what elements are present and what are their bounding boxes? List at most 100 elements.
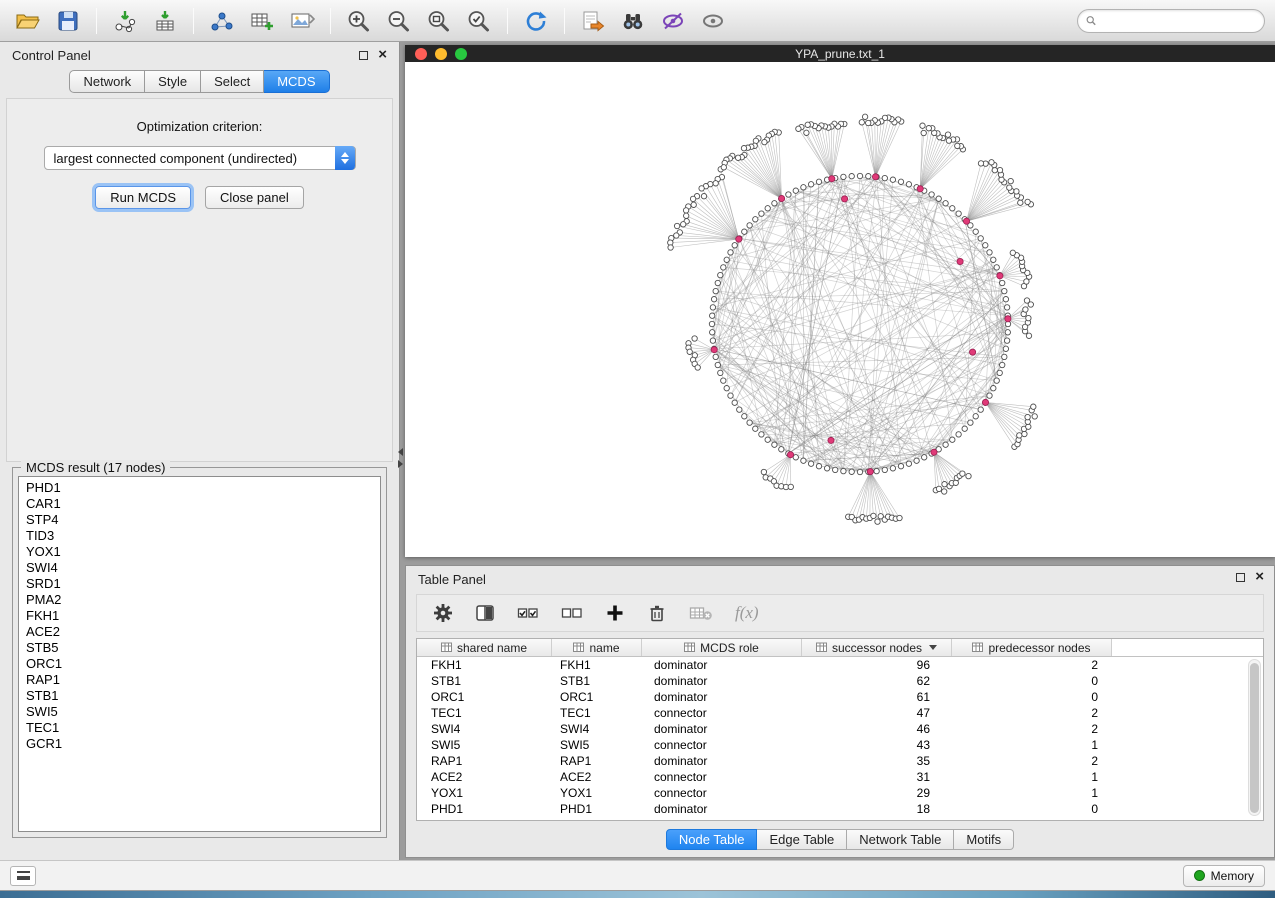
column-header-filler — [1112, 639, 1263, 656]
table-cell: 35 — [802, 753, 952, 769]
mcds-result-item[interactable]: FKH1 — [26, 608, 373, 624]
search-box[interactable] — [1077, 9, 1265, 33]
save-session-icon[interactable] — [50, 5, 86, 37]
table-row[interactable]: STB1STB1dominator620 — [417, 673, 1263, 689]
criterion-dropdown[interactable]: largest connected component (undirected) — [44, 146, 356, 170]
table-row[interactable]: PHD1PHD1dominator180 — [417, 801, 1263, 817]
table-cell: PHD1 — [552, 801, 642, 817]
hamburger-icon — [17, 871, 30, 880]
tab-style[interactable]: Style — [145, 70, 201, 93]
control-panel: Control Panel × NetworkStyleSelectMCDS O… — [0, 42, 400, 860]
memory-button[interactable]: Memory — [1183, 865, 1265, 887]
table-row[interactable]: ORC1ORC1dominator610 — [417, 689, 1263, 705]
table-cell: connector — [642, 737, 802, 753]
new-network-icon[interactable] — [204, 5, 240, 37]
tab-motifs[interactable]: Motifs — [954, 829, 1014, 850]
search-network-icon[interactable] — [615, 5, 651, 37]
add-row-icon[interactable] — [605, 603, 625, 623]
column-header-MCDS-role[interactable]: MCDS role — [642, 639, 802, 656]
mcds-result-list[interactable]: PHD1CAR1STP4TID3YOX1SWI4SRD1PMA2FKH1ACE2… — [18, 476, 381, 832]
table-cell: 43 — [802, 737, 952, 753]
settings-gear-icon[interactable] — [433, 603, 453, 623]
mcds-result-item[interactable]: TEC1 — [26, 720, 373, 736]
run-mcds-button[interactable]: Run MCDS — [95, 186, 191, 209]
mcds-result-item[interactable]: STB5 — [26, 640, 373, 656]
open-session-icon[interactable] — [10, 5, 46, 37]
zoom-out-icon[interactable] — [381, 5, 417, 37]
column-header-shared-name[interactable]: shared name — [417, 639, 552, 656]
close-table-panel-icon[interactable]: × — [1255, 572, 1264, 582]
network-window-titlebar[interactable]: YPA_prune.txt_1 — [405, 45, 1275, 62]
column-header-label: predecessor nodes — [988, 641, 1090, 655]
column-header-successor-nodes[interactable]: successor nodes — [802, 639, 952, 656]
zoom-fit-icon[interactable] — [421, 5, 457, 37]
tab-edge-table[interactable]: Edge Table — [757, 829, 847, 850]
table-cell: PHD1 — [417, 801, 552, 817]
mcds-result-item[interactable]: SWI5 — [26, 704, 373, 720]
float-table-panel-icon[interactable] — [1236, 573, 1245, 582]
import-network-from-file-icon[interactable] — [107, 5, 143, 37]
float-panel-icon[interactable] — [359, 51, 368, 60]
network-canvas[interactable] — [405, 62, 1275, 557]
table-cell: STB1 — [552, 673, 642, 689]
table-cell: ORC1 — [417, 689, 552, 705]
tab-node-table[interactable]: Node Table — [666, 829, 758, 850]
mcds-result-item[interactable]: PMA2 — [26, 592, 373, 608]
table-cell: 2 — [952, 753, 1112, 769]
tab-select[interactable]: Select — [201, 70, 264, 93]
table-cell: 18 — [802, 801, 952, 817]
mcds-result-title: MCDS result (17 nodes) — [21, 460, 170, 475]
table-row[interactable]: RAP1RAP1dominator352 — [417, 753, 1263, 769]
unselect-all-icon[interactable] — [561, 603, 583, 623]
close-panel-button[interactable]: Close panel — [205, 186, 304, 209]
mcds-result-item[interactable]: SRD1 — [26, 576, 373, 592]
close-panel-icon[interactable]: × — [378, 50, 387, 60]
mcds-result-item[interactable]: ACE2 — [26, 624, 373, 640]
table-cell: STB1 — [417, 673, 552, 689]
splitter-collapse-icon[interactable] — [398, 448, 405, 470]
mcds-result-item[interactable]: STB1 — [26, 688, 373, 704]
show-graphics-details-icon[interactable] — [695, 5, 731, 37]
tab-network[interactable]: Network — [69, 70, 145, 93]
mcds-result-item[interactable]: YOX1 — [26, 544, 373, 560]
table-row[interactable]: SWI4SWI4dominator462 — [417, 721, 1263, 737]
mcds-result-item[interactable]: TID3 — [26, 528, 373, 544]
import-table-from-file-icon[interactable] — [147, 5, 183, 37]
tab-mcds[interactable]: MCDS — [264, 70, 329, 93]
new-table-icon[interactable] — [244, 5, 280, 37]
copy-current-view-icon[interactable] — [575, 5, 611, 37]
delete-row-icon[interactable] — [647, 603, 667, 623]
mcds-result-item[interactable]: RAP1 — [26, 672, 373, 688]
mcds-result-item[interactable]: GCR1 — [26, 736, 373, 752]
select-all-icon[interactable] — [517, 603, 539, 623]
column-grid-icon — [441, 642, 452, 653]
mcds-result-item[interactable]: ORC1 — [26, 656, 373, 672]
show-column-icon[interactable] — [475, 603, 495, 623]
table-row[interactable]: YOX1YOX1connector291 — [417, 785, 1263, 801]
mcds-result-item[interactable]: STP4 — [26, 512, 373, 528]
export-image-icon[interactable] — [284, 5, 320, 37]
mcds-result-item[interactable]: CAR1 — [26, 496, 373, 512]
node-table: shared namenameMCDS rolesuccessor nodes p… — [416, 638, 1264, 821]
table-row[interactable]: FKH1FKH1dominator962 — [417, 657, 1263, 673]
tab-network-table[interactable]: Network Table — [847, 829, 954, 850]
mcds-result-item[interactable]: SWI4 — [26, 560, 373, 576]
table-row[interactable]: ACE2ACE2connector311 — [417, 769, 1263, 785]
column-header-predecessor-nodes[interactable]: predecessor nodes — [952, 639, 1112, 656]
zoom-in-icon[interactable] — [341, 5, 377, 37]
table-scrollbar-thumb[interactable] — [1250, 663, 1259, 813]
column-header-name[interactable]: name — [552, 639, 642, 656]
table-row[interactable]: SWI5SWI5connector431 — [417, 737, 1263, 753]
search-input[interactable] — [1101, 14, 1256, 28]
table-scrollbar[interactable] — [1248, 659, 1261, 816]
mcds-result-item[interactable]: PHD1 — [26, 480, 373, 496]
task-history-button[interactable] — [10, 866, 36, 886]
table-cell: FKH1 — [417, 657, 552, 673]
refresh-layout-icon[interactable] — [518, 5, 554, 37]
hide-graphics-details-icon[interactable] — [655, 5, 691, 37]
mcds-tab-content: Optimization criterion: largest connecte… — [6, 98, 393, 462]
optimization-criterion-label: Optimization criterion: — [7, 119, 392, 134]
table-cell: 0 — [952, 801, 1112, 817]
zoom-selected-icon[interactable] — [461, 5, 497, 37]
table-row[interactable]: TEC1TEC1connector472 — [417, 705, 1263, 721]
